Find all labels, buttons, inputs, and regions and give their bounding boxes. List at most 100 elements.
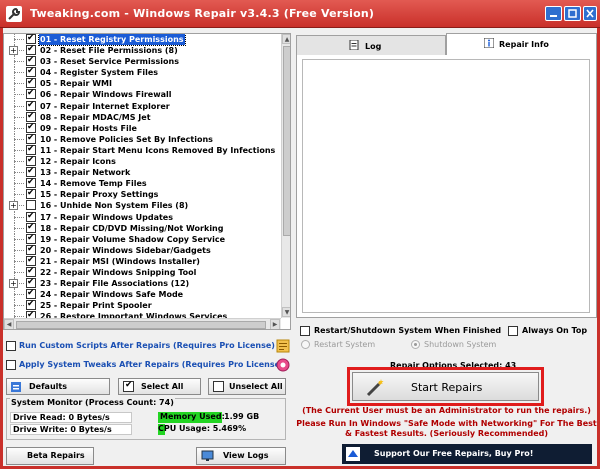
repair-item[interactable]: 03 - Reset Service Permissions xyxy=(4,55,280,68)
repair-checkbox[interactable] xyxy=(26,133,36,144)
restart-radio-dot[interactable] xyxy=(301,340,310,349)
system-tweaks-label: Apply System Tweaks After Repairs (Requi… xyxy=(19,360,284,369)
close-icon xyxy=(586,9,594,18)
info-icon xyxy=(484,38,494,48)
restart-shutdown-checkbox[interactable] xyxy=(300,326,310,336)
repair-item[interactable]: 24 - Repair Windows Safe Mode xyxy=(4,288,280,301)
repair-item[interactable]: 22 - Repair Windows Snipping Tool xyxy=(4,266,280,279)
repair-label: 25 - Repair Print Spooler xyxy=(40,301,152,311)
repair-item[interactable]: 15 - Repair Proxy Settings xyxy=(4,188,280,201)
repair-checkbox[interactable] xyxy=(26,266,36,277)
repair-label: 10 - Remove Policies Set By Infections xyxy=(40,134,213,144)
tree-vertical-scrollbar[interactable]: ▲ ▼ xyxy=(281,34,290,318)
repair-label: 02 - Reset File Permissions (8) xyxy=(40,46,178,56)
unselect-all-button[interactable]: Unselect All xyxy=(208,378,286,395)
repair-item[interactable]: 21 - Repair MSI (Windows Installer) xyxy=(4,255,280,267)
system-tweaks-checkbox[interactable] xyxy=(6,360,16,370)
repair-checkbox[interactable] xyxy=(26,144,36,155)
repair-info-text-area[interactable] xyxy=(302,59,590,313)
repair-item[interactable]: 20 - Repair Windows Sidebar/Gadgets xyxy=(4,244,280,256)
repair-item[interactable]: 13 - Repair Network xyxy=(4,166,280,179)
repair-item[interactable]: 08 - Repair MDAC/MS Jet xyxy=(4,111,280,123)
repair-checkbox[interactable] xyxy=(26,66,36,78)
scroll-down-icon[interactable]: ▼ xyxy=(282,307,290,317)
scroll-thumb[interactable] xyxy=(283,46,290,236)
repair-checkbox[interactable] xyxy=(26,55,36,67)
repair-checkbox[interactable] xyxy=(26,88,36,100)
defaults-button[interactable]: Defaults xyxy=(6,378,110,395)
start-repairs-button[interactable]: Start Repairs xyxy=(352,372,539,401)
always-on-top-checkbox[interactable] xyxy=(508,326,518,336)
tree-horizontal-scrollbar[interactable]: ◀ ▶ xyxy=(4,318,281,329)
repair-checkbox[interactable] xyxy=(26,122,36,133)
view-logs-button[interactable]: View Logs xyxy=(196,447,286,465)
repair-item[interactable]: 10 - Remove Policies Set By Infections xyxy=(4,133,280,145)
repair-item[interactable]: 05 - Repair WMI xyxy=(4,77,280,90)
repair-item[interactable]: 25 - Repair Print Spooler xyxy=(4,299,280,312)
repair-item[interactable]: 18 - Repair CD/DVD Missing/Not Working xyxy=(4,222,280,234)
repair-checkbox[interactable] xyxy=(26,299,36,311)
horizontal-scroll-thumb[interactable] xyxy=(16,321,266,329)
script-icon xyxy=(276,339,290,353)
repair-checkbox[interactable] xyxy=(26,155,36,167)
close-button[interactable] xyxy=(583,6,597,21)
select-all-button[interactable]: ✔ Select All xyxy=(118,378,201,395)
repair-item[interactable]: 04 - Register System Files xyxy=(4,66,280,79)
repair-item[interactable]: 06 - Repair Windows Firewall xyxy=(4,88,280,101)
repair-item[interactable]: 19 - Repair Volume Shadow Copy Service xyxy=(4,233,280,245)
tab-log[interactable]: Log xyxy=(296,35,446,55)
repair-checkbox[interactable] xyxy=(26,77,36,89)
repair-item[interactable]: +16 - Unhide Non System Files (8) xyxy=(4,200,280,212)
expand-icon[interactable]: + xyxy=(9,201,18,211)
expand-icon[interactable]: + xyxy=(9,279,18,289)
repair-item[interactable]: 11 - Repair Start Menu Icons Removed By … xyxy=(4,144,280,157)
repair-checkbox[interactable] xyxy=(26,277,36,289)
repair-checkbox[interactable] xyxy=(26,222,36,233)
tab-repair-info-label: Repair Info xyxy=(499,40,549,49)
tree-branch-line xyxy=(14,294,24,296)
repair-item[interactable]: 09 - Repair Hosts File xyxy=(4,122,280,134)
repair-list: 01 - Reset Registry Permissions+02 - Res… xyxy=(4,34,280,323)
support-label: Support Our Free Repairs, Buy Pro! xyxy=(374,449,534,458)
repair-checkbox[interactable] xyxy=(26,166,36,178)
repair-item[interactable]: +02 - Reset File Permissions (8) xyxy=(4,44,280,57)
scroll-left-icon[interactable]: ◀ xyxy=(4,319,14,329)
repair-checkbox[interactable] xyxy=(26,44,36,56)
repair-checkbox[interactable] xyxy=(26,100,36,111)
beta-repairs-button[interactable]: Beta Repairs xyxy=(6,447,94,465)
repair-checkbox[interactable] xyxy=(26,288,36,300)
support-buy-pro-button[interactable]: Support Our Free Repairs, Buy Pro! xyxy=(342,444,592,464)
minimize-button[interactable] xyxy=(545,6,562,21)
repair-item[interactable]: +23 - Repair File Associations (12) xyxy=(4,277,280,290)
log-icon xyxy=(349,40,359,50)
repair-checkbox[interactable] xyxy=(26,255,36,266)
shutdown-radio-dot[interactable] xyxy=(411,340,420,349)
scroll-right-icon[interactable]: ▶ xyxy=(270,319,280,329)
expand-icon[interactable]: + xyxy=(9,46,18,56)
scroll-up-icon[interactable]: ▲ xyxy=(282,34,290,44)
custom-scripts-checkbox[interactable] xyxy=(6,341,16,351)
beta-repairs-label: Beta Repairs xyxy=(27,451,85,460)
repair-item[interactable]: 07 - Repair Internet Explorer xyxy=(4,100,280,112)
tab-log-label: Log xyxy=(365,42,382,51)
repair-checkbox[interactable] xyxy=(26,188,36,200)
repair-checkbox[interactable] xyxy=(26,233,36,244)
repair-checkbox[interactable] xyxy=(26,200,36,211)
repair-checkbox[interactable] xyxy=(26,177,36,189)
repair-item[interactable]: 12 - Repair Icons xyxy=(4,155,280,168)
repair-item[interactable]: 01 - Reset Registry Permissions xyxy=(4,34,280,46)
repair-checkbox[interactable] xyxy=(26,244,36,255)
repair-checkbox[interactable] xyxy=(26,34,36,44)
memory-used-badge: Memory Used: xyxy=(158,412,225,423)
repair-checkbox[interactable] xyxy=(26,111,36,122)
repair-checkbox[interactable] xyxy=(26,211,36,222)
always-on-top-label: Always On Top xyxy=(522,326,588,335)
maximize-button[interactable] xyxy=(564,6,581,21)
tree-branch-line xyxy=(14,260,24,262)
restart-system-label: Restart System xyxy=(314,340,376,349)
tab-repair-info[interactable]: Repair Info xyxy=(446,33,597,55)
tree-branch-line xyxy=(14,61,24,63)
repair-item[interactable]: 17 - Repair Windows Updates xyxy=(4,211,280,223)
repair-item[interactable]: 14 - Remove Temp Files xyxy=(4,177,280,190)
tree-branch-line xyxy=(14,183,24,185)
